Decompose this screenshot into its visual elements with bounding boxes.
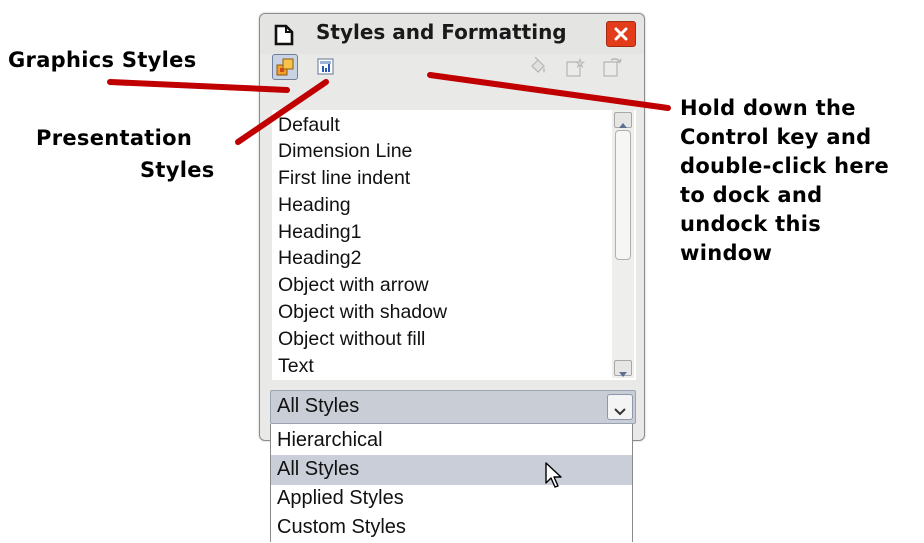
annotation-arrows — [107, 72, 671, 145]
dock-area-arrow — [427, 72, 671, 111]
graphics-styles-arrow — [107, 79, 290, 93]
